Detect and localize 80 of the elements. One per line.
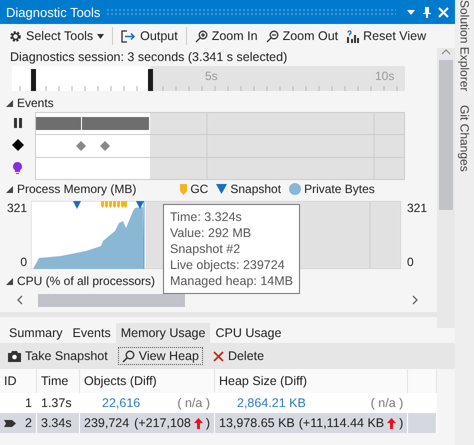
pause-icon [14, 118, 22, 128]
event-marker[interactable] [76, 141, 86, 151]
tick-label: 10s [375, 69, 394, 83]
table-cell: 13,978.65 KB [219, 416, 295, 430]
dropdown-icon [406, 7, 416, 17]
snapshot-marker[interactable] [136, 201, 144, 209]
toolbar-button[interactable]: Output [118, 27, 181, 45]
axis-label: 0 [407, 255, 414, 269]
output-icon [121, 30, 136, 42]
tab[interactable]: Summary [4, 323, 68, 343]
diff-value: (+217,108 [134, 416, 191, 430]
table-row[interactable]: 2 3.34s 239,724 (+217,108 ) 13,978.65 KB (+11,114.44 KB ) [0, 413, 436, 433]
zoom-in-icon [194, 30, 208, 42]
tooltip-line: Live objects: 239724 [170, 257, 286, 273]
diff-value: (+11,114.44 KB [298, 416, 384, 430]
column-header[interactable]: Time [36, 369, 80, 393]
table-cell: 3.34s [36, 413, 80, 433]
side-tab[interactable]: Solution Explorer [458, 0, 472, 92]
scroll-left-icon [16, 295, 24, 305]
tab[interactable]: Memory Usage [116, 323, 210, 343]
window-title: Diagnostic Tools [6, 4, 100, 20]
caret-icon [97, 34, 104, 38]
lightbulb-icon [13, 162, 22, 174]
diff-value: ( n/a ) [370, 396, 404, 410]
column-header[interactable]: ID [0, 369, 36, 393]
table-cell: 1 [25, 396, 32, 410]
diff-value: ) [206, 416, 210, 430]
toolbar-button[interactable]: Zoom Out [262, 27, 342, 45]
toolbar-button[interactable]: Zoom In [192, 27, 261, 45]
section-title: Process Memory (MB) [17, 182, 136, 196]
zoom-out-icon [266, 30, 279, 42]
section-title: CPU (% of all processors) [17, 274, 156, 288]
tab[interactable]: CPU Usage [210, 323, 286, 343]
tooltip-line: Snapshot #2 [170, 241, 242, 257]
tick-label: 5s [205, 69, 218, 83]
collapse-icon[interactable] [6, 278, 13, 284]
gc-markers [101, 201, 127, 208]
range-handle[interactable] [31, 69, 36, 91]
toolbar-button[interactable]: Select Tools [6, 27, 108, 45]
axis-label: 321 [407, 201, 428, 215]
cell-link[interactable]: 2,864.21 KB [237, 396, 306, 410]
events-track[interactable] [35, 112, 405, 180]
table-cell: 2 [25, 416, 32, 430]
collapse-icon[interactable] [6, 186, 13, 192]
collapse-icon[interactable] [6, 100, 13, 106]
event-marker[interactable] [100, 141, 110, 151]
toolbar-button[interactable]: Reset View [343, 27, 430, 45]
action-button[interactable]: Delete [208, 347, 268, 365]
axis-label: 0 [20, 255, 27, 269]
side-tab[interactable]: Git Changes [458, 105, 472, 172]
gear-icon [9, 30, 22, 42]
section-title: Events [17, 96, 54, 110]
tooltip-line: Time: 3.324s [170, 209, 243, 225]
close-icon [438, 6, 449, 18]
pin-icon [422, 6, 432, 18]
action-button[interactable]: Take Snapshot [4, 347, 112, 365]
session-label: Diagnostics session: 3 seconds (3.341 s selected) [10, 50, 288, 64]
diff-value: ) [399, 416, 404, 430]
bar-chart-icon [346, 30, 360, 42]
tooltip-line: Value: 292 MB [170, 225, 252, 241]
action-button[interactable]: View Heap [118, 347, 203, 365]
column-header[interactable]: Objects (Diff) [80, 369, 214, 393]
search-icon [122, 350, 135, 362]
range-handle[interactable] [148, 69, 153, 91]
diff-value: ( n/a ) [177, 396, 210, 410]
axis-label: 321 [6, 201, 27, 215]
snapshot-marker[interactable] [73, 201, 81, 209]
legend-label: Snapshot [230, 182, 282, 196]
tooltip-line: Managed heap: 14MB [170, 273, 294, 289]
cell-link[interactable]: 22,616 [102, 396, 140, 410]
legend-label: GC [190, 182, 208, 196]
column-header[interactable]: Heap Size (Diff) [214, 369, 408, 393]
scroll-up-icon [441, 48, 451, 56]
tab[interactable]: Events [67, 323, 116, 343]
table-cell: 239,724 [84, 416, 130, 430]
camera-icon [8, 350, 21, 362]
close-icon [212, 350, 224, 362]
scroll-right-icon [411, 295, 419, 305]
legend-label: Private Bytes [304, 182, 375, 196]
diamond-icon [12, 138, 24, 151]
